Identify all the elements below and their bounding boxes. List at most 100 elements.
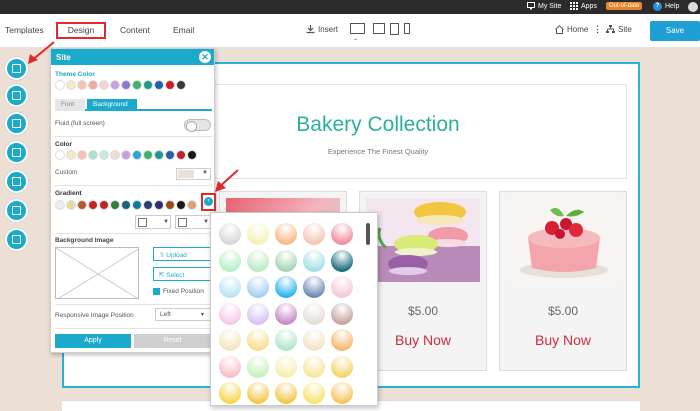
gradient-option-7[interactable]	[247, 249, 269, 272]
color-swatch-5[interactable]	[99, 150, 109, 160]
close-icon[interactable]: ✕	[199, 51, 211, 63]
gradient-option-35[interactable]	[331, 382, 353, 404]
fixed-position-checkbox[interactable]: Fixed Position	[153, 288, 204, 295]
site-settings-button[interactable]: Site	[606, 25, 632, 34]
gradient-option-25[interactable]	[331, 329, 353, 351]
theme-color-swatch-6[interactable]	[110, 80, 120, 90]
theme-color-swatch-5[interactable]	[99, 80, 109, 90]
color-swatch-3[interactable]	[77, 150, 87, 160]
gradient-option-31[interactable]	[219, 382, 241, 404]
custom-color-picker[interactable]: ▼	[176, 168, 211, 180]
gradient-swatch-7[interactable]	[121, 200, 131, 210]
image-tool[interactable]	[5, 141, 28, 164]
gradient-option-4[interactable]	[303, 223, 325, 245]
reset-button[interactable]: Reset	[134, 334, 211, 348]
gradient-option-9[interactable]	[303, 249, 325, 272]
product-card-macarons[interactable]: $5.00 Buy Now	[359, 191, 487, 371]
responsive-position-select[interactable]: Left ▾	[155, 308, 211, 321]
gradient-option-21[interactable]	[219, 329, 241, 351]
product-card-cake[interactable]: $5.00 Buy Now	[499, 191, 627, 371]
color-swatch-13[interactable]	[187, 150, 197, 160]
gradient-option-34[interactable]	[303, 382, 325, 404]
tablet-landscape-icon[interactable]	[373, 23, 385, 34]
gradient-option-14[interactable]	[303, 276, 325, 298]
theme-color-swatch-10[interactable]	[154, 80, 164, 90]
gradient-option-6[interactable]	[219, 249, 241, 272]
my-site-link[interactable]: My Site	[527, 2, 561, 10]
theme-color-swatch-1[interactable]	[55, 80, 65, 90]
gradient-option-10[interactable]	[331, 249, 353, 272]
gradient-option-28[interactable]	[275, 355, 297, 378]
desktop-view-icon[interactable]	[350, 23, 365, 34]
macarons-image[interactable]	[366, 198, 480, 282]
color-swatch-1[interactable]	[55, 150, 65, 160]
menu-tool[interactable]	[5, 112, 28, 135]
gradient-option-2[interactable]	[247, 223, 269, 245]
insert-button[interactable]: Insert	[306, 25, 338, 34]
gradient-option-33[interactable]	[275, 382, 297, 404]
gradient-swatch-12[interactable]	[176, 200, 186, 210]
theme-color-swatch-4[interactable]	[88, 80, 98, 90]
gradient-option-1[interactable]	[219, 223, 241, 245]
buy-now-link[interactable]: Buy Now	[500, 332, 626, 348]
page-selector[interactable]: Home	[555, 25, 588, 34]
tab-email[interactable]: Email	[173, 25, 194, 35]
header-tool[interactable]	[5, 84, 28, 107]
gradient-option-18[interactable]	[275, 302, 297, 325]
gradient-option-24[interactable]	[303, 329, 325, 351]
layout-tool[interactable]	[5, 170, 28, 193]
gradient-option-8[interactable]	[275, 249, 297, 272]
theme-color-swatch-2[interactable]	[66, 80, 76, 90]
scrollbar-thumb[interactable]	[366, 223, 370, 245]
upload-button[interactable]: ⇧ Upload	[153, 247, 211, 261]
gradient-swatch-8[interactable]	[132, 200, 142, 210]
gradient-swatch-2[interactable]	[66, 200, 76, 210]
gradient-swatch-1[interactable]	[55, 200, 65, 210]
tab-background[interactable]: Background	[87, 99, 137, 111]
gradient-swatch-11[interactable]	[165, 200, 175, 210]
theme-color-swatch-7[interactable]	[121, 80, 131, 90]
buy-now-link[interactable]: Buy Now	[360, 332, 486, 348]
gradient-swatch-13[interactable]	[187, 200, 197, 210]
gradient-option-19[interactable]	[303, 302, 325, 325]
help-link[interactable]: ? Help	[653, 2, 679, 11]
gradient-swatch-5[interactable]	[99, 200, 109, 210]
more-options-icon[interactable]: ⋮	[593, 24, 602, 35]
theme-color-swatch-12[interactable]	[176, 80, 186, 90]
color-swatch-8[interactable]	[132, 150, 142, 160]
apply-button[interactable]: Apply	[55, 334, 131, 348]
gradient-option-12[interactable]	[247, 276, 269, 298]
gradient-swatch-4[interactable]	[88, 200, 98, 210]
color-swatch-9[interactable]	[143, 150, 153, 160]
gradient-swatch-9[interactable]	[143, 200, 153, 210]
theme-color-swatch-11[interactable]	[165, 80, 175, 90]
color-swatch-12[interactable]	[176, 150, 186, 160]
mobile-view-icon[interactable]	[404, 23, 410, 34]
color-swatch-7[interactable]	[121, 150, 131, 160]
gradient-option-13[interactable]	[275, 276, 297, 298]
gradient-option-16[interactable]	[219, 302, 241, 325]
gallery-tool[interactable]	[5, 228, 28, 251]
gradient-option-22[interactable]	[247, 329, 269, 351]
more-gradients-button[interactable]: ›	[201, 193, 216, 211]
gradient-option-11[interactable]	[219, 276, 241, 298]
footer-tool[interactable]	[5, 199, 28, 222]
gradient-option-17[interactable]	[247, 302, 269, 325]
gradient-option-5[interactable]	[331, 223, 353, 245]
cake-image[interactable]	[506, 198, 620, 282]
theme-color-swatch-3[interactable]	[77, 80, 87, 90]
color-swatch-11[interactable]	[165, 150, 175, 160]
save-button[interactable]: Save	[650, 21, 700, 41]
tab-content[interactable]: Content	[120, 25, 150, 35]
gradient-option-20[interactable]	[331, 302, 353, 325]
color-swatch-6[interactable]	[110, 150, 120, 160]
tab-font[interactable]: Font	[55, 99, 85, 111]
gradient-type-select[interactable]: ▼	[175, 215, 211, 229]
color-swatch-4[interactable]	[88, 150, 98, 160]
apps-link[interactable]: Apps	[570, 2, 597, 10]
gradient-option-23[interactable]	[275, 329, 297, 351]
tab-design[interactable]: Design	[56, 22, 106, 39]
out-of-date-badge[interactable]: Out-of-date	[606, 2, 643, 10]
gradient-option-3[interactable]	[275, 223, 297, 245]
gradient-swatch-6[interactable]	[110, 200, 120, 210]
